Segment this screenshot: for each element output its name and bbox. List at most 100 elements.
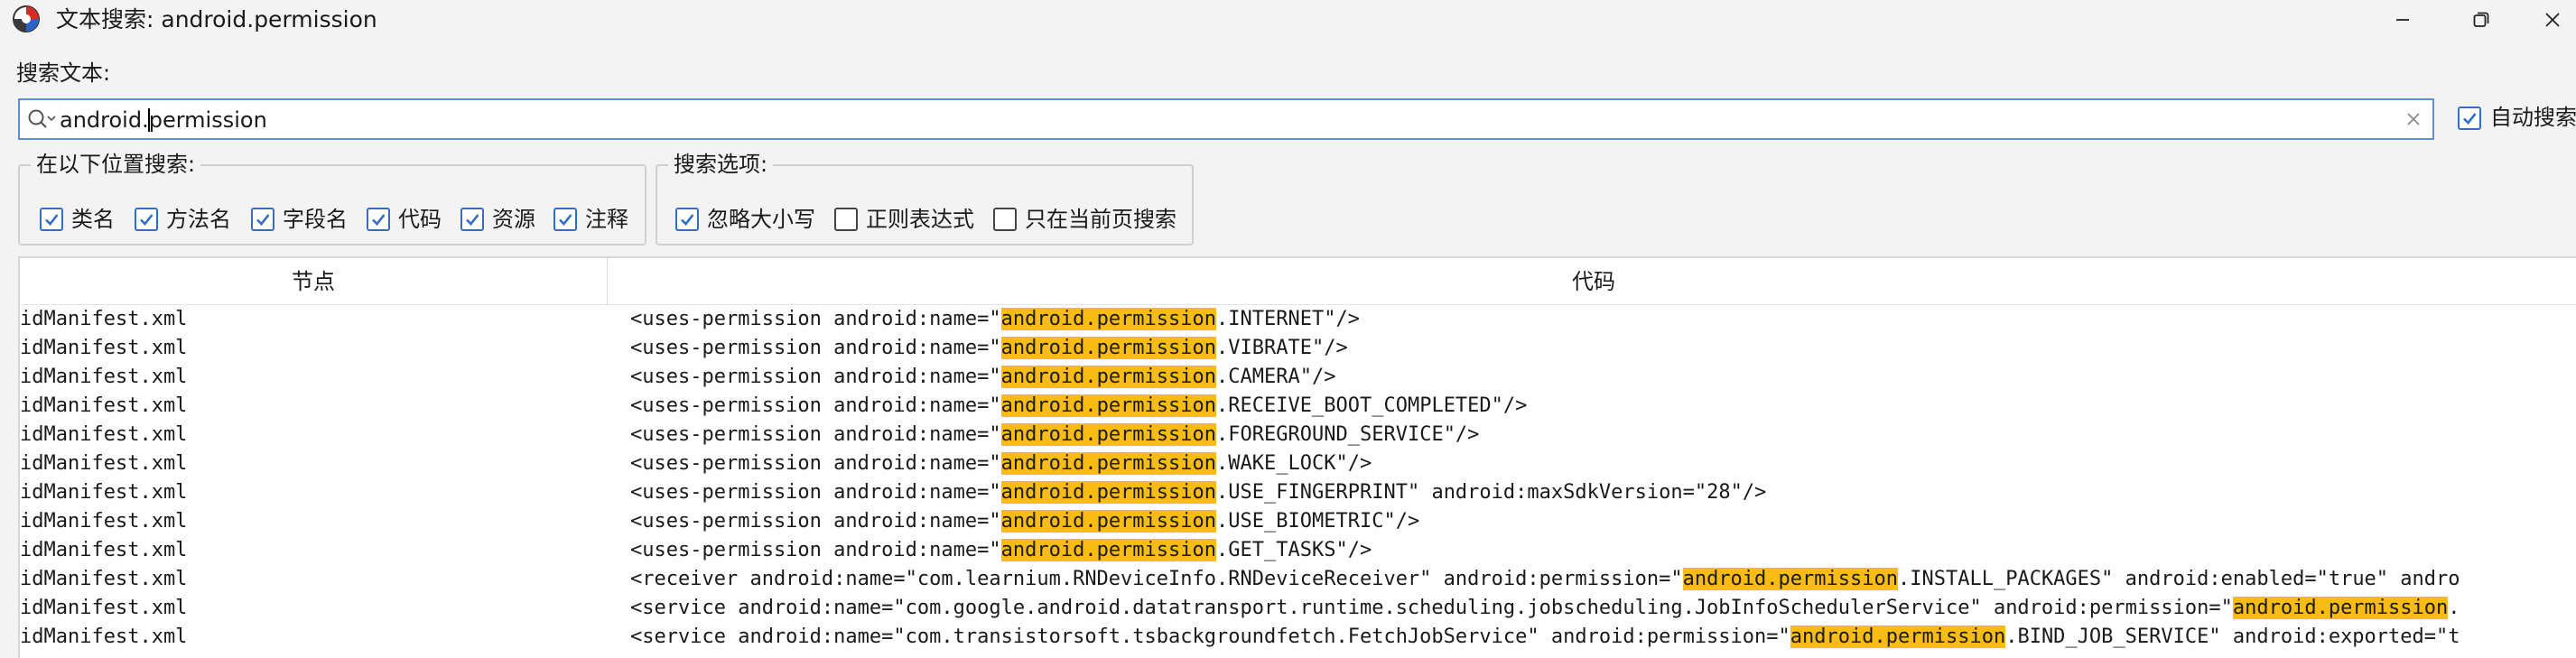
auto-search-checkbox[interactable] xyxy=(2458,107,2481,130)
option-current-page-only[interactable]: 只在当前页搜索 xyxy=(993,206,1176,233)
maximize-icon xyxy=(2472,11,2490,29)
node-cell: idManifest.xml xyxy=(20,597,188,619)
code-cell: <uses-permission android:name="android.p… xyxy=(630,510,1420,533)
code-cell: <uses-permission android:name="android.p… xyxy=(630,481,1767,504)
search-location-group: 在以下位置搜索: 类名 方法名 字段名 代码 资源 注释 xyxy=(18,151,646,246)
ignore-case-checkbox[interactable] xyxy=(675,208,699,231)
comment-label: 注释 xyxy=(585,207,628,232)
code-checkbox[interactable] xyxy=(367,208,390,231)
results-table: 节点 代码 idManifest.xml <uses-permission an… xyxy=(18,256,2576,658)
code-label: 代码 xyxy=(398,207,442,232)
match-highlight: android.permission xyxy=(1000,423,1217,446)
table-row[interactable]: idManifest.xml <uses-permission android:… xyxy=(20,449,2576,478)
regex-checkbox[interactable] xyxy=(834,208,858,231)
checkmark-icon xyxy=(681,214,694,226)
search-icon xyxy=(27,108,56,135)
code-cell: <uses-permission android:name="android.p… xyxy=(630,423,1480,446)
node-cell: idManifest.xml xyxy=(20,308,188,330)
match-highlight: android.permission xyxy=(1000,539,1217,561)
table-row[interactable]: idManifest.xml <service android:name="co… xyxy=(20,594,2576,623)
minimize-button[interactable] xyxy=(2368,0,2437,40)
column-header-node[interactable]: 节点 xyxy=(20,258,608,305)
field-name-checkbox[interactable] xyxy=(251,208,274,231)
table-row[interactable]: idManifest.xml <uses-permission android:… xyxy=(20,392,2576,421)
checkmark-icon xyxy=(140,214,153,226)
option-comment[interactable]: 注释 xyxy=(553,206,628,233)
auto-search-label: 自动搜索 xyxy=(2490,105,2576,130)
close-icon xyxy=(2544,12,2561,28)
checkmark-icon xyxy=(559,214,572,226)
table-row[interactable]: idManifest.xml <receiver android:name="c… xyxy=(20,565,2576,594)
current-page-only-label: 只在当前页搜索 xyxy=(1025,207,1176,232)
class-name-checkbox[interactable] xyxy=(40,208,63,231)
table-row[interactable]: idManifest.xml <uses-permission android:… xyxy=(20,536,2576,565)
code-cell: <uses-permission android:name="android.p… xyxy=(630,308,1360,330)
option-field-name[interactable]: 字段名 xyxy=(251,206,348,233)
table-row[interactable]: idManifest.xml <uses-permission android:… xyxy=(20,305,2576,334)
regex-label: 正则表达式 xyxy=(866,207,974,232)
title-bar: 文本搜索: android.permission xyxy=(0,0,2576,40)
checkmark-icon xyxy=(45,214,59,226)
match-highlight: android.permission xyxy=(1000,481,1217,504)
field-name-label: 字段名 xyxy=(283,207,348,232)
current-page-only-checkbox[interactable] xyxy=(993,208,1017,231)
resource-checkbox[interactable] xyxy=(460,208,484,231)
node-cell: idManifest.xml xyxy=(20,366,188,388)
column-header-code[interactable]: 代码 xyxy=(609,258,2576,305)
code-cell: <uses-permission android:name="android.p… xyxy=(630,539,1372,561)
option-regex[interactable]: 正则表达式 xyxy=(834,206,974,233)
close-button[interactable] xyxy=(2528,0,2576,40)
table-row[interactable]: idManifest.xml <service android:name="co… xyxy=(20,623,2576,652)
resource-label: 资源 xyxy=(492,207,535,232)
code-cell: <uses-permission android:name="android.p… xyxy=(630,366,1336,388)
checkmark-icon xyxy=(372,214,386,226)
code-cell: <service android:name="com.google.androi… xyxy=(630,597,2460,619)
search-input[interactable]: android.permission xyxy=(18,98,2434,140)
search-text-label: 搜索文本: xyxy=(16,60,111,86)
option-method-name[interactable]: 方法名 xyxy=(135,206,231,233)
table-row[interactable]: idManifest.xml <uses-permission android:… xyxy=(20,478,2576,507)
node-cell: idManifest.xml xyxy=(20,568,188,590)
ignore-case-label: 忽略大小写 xyxy=(707,207,815,232)
match-highlight: android.permission xyxy=(1000,394,1217,417)
node-cell: idManifest.xml xyxy=(20,481,188,504)
table-row[interactable]: idManifest.xml <uses-permission android:… xyxy=(20,421,2576,449)
clear-search-icon[interactable] xyxy=(2405,111,2422,131)
match-highlight: android.permission xyxy=(1000,366,1217,388)
match-highlight: android.permission xyxy=(2232,597,2449,619)
results-table-header: 节点 代码 xyxy=(20,258,2576,305)
node-cell: idManifest.xml xyxy=(20,394,188,417)
match-highlight: android.permission xyxy=(1682,568,1898,590)
table-row[interactable]: idManifest.xml <uses-permission android:… xyxy=(20,363,2576,392)
option-ignore-case[interactable]: 忽略大小写 xyxy=(675,206,815,233)
method-name-checkbox[interactable] xyxy=(135,208,158,231)
node-cell: idManifest.xml xyxy=(20,510,188,533)
comment-checkbox[interactable] xyxy=(553,208,577,231)
results-rows: idManifest.xml <uses-permission android:… xyxy=(20,305,2576,652)
node-cell: idManifest.xml xyxy=(20,337,188,359)
option-code[interactable]: 代码 xyxy=(367,206,442,233)
node-cell: idManifest.xml xyxy=(20,423,188,446)
search-input-value[interactable]: android.permission xyxy=(60,107,267,134)
table-row[interactable]: idManifest.xml <uses-permission android:… xyxy=(20,334,2576,363)
match-highlight: android.permission xyxy=(1000,452,1217,475)
checkmark-icon xyxy=(2463,113,2477,125)
code-cell: <uses-permission android:name="android.p… xyxy=(630,337,1348,359)
code-cell: <receiver android:name="com.learnium.RND… xyxy=(630,568,2460,590)
code-cell: <service android:name="com.transistorsof… xyxy=(630,626,2460,648)
match-highlight: android.permission xyxy=(1000,510,1217,533)
table-row[interactable]: idManifest.xml <uses-permission android:… xyxy=(20,507,2576,536)
node-cell: idManifest.xml xyxy=(20,626,188,648)
match-highlight: android.permission xyxy=(1000,308,1217,330)
node-cell: idManifest.xml xyxy=(20,539,188,561)
class-name-label: 类名 xyxy=(71,207,115,232)
minimize-icon xyxy=(2395,12,2411,28)
checkmark-icon xyxy=(256,214,270,226)
node-cell: idManifest.xml xyxy=(20,452,188,475)
checkmark-icon xyxy=(466,214,479,226)
app-logo-icon xyxy=(13,5,40,32)
option-resource[interactable]: 资源 xyxy=(460,206,535,233)
option-class-name[interactable]: 类名 xyxy=(40,206,115,233)
maximize-button[interactable] xyxy=(2447,0,2516,40)
search-options-title: 搜索选项: xyxy=(668,151,774,178)
